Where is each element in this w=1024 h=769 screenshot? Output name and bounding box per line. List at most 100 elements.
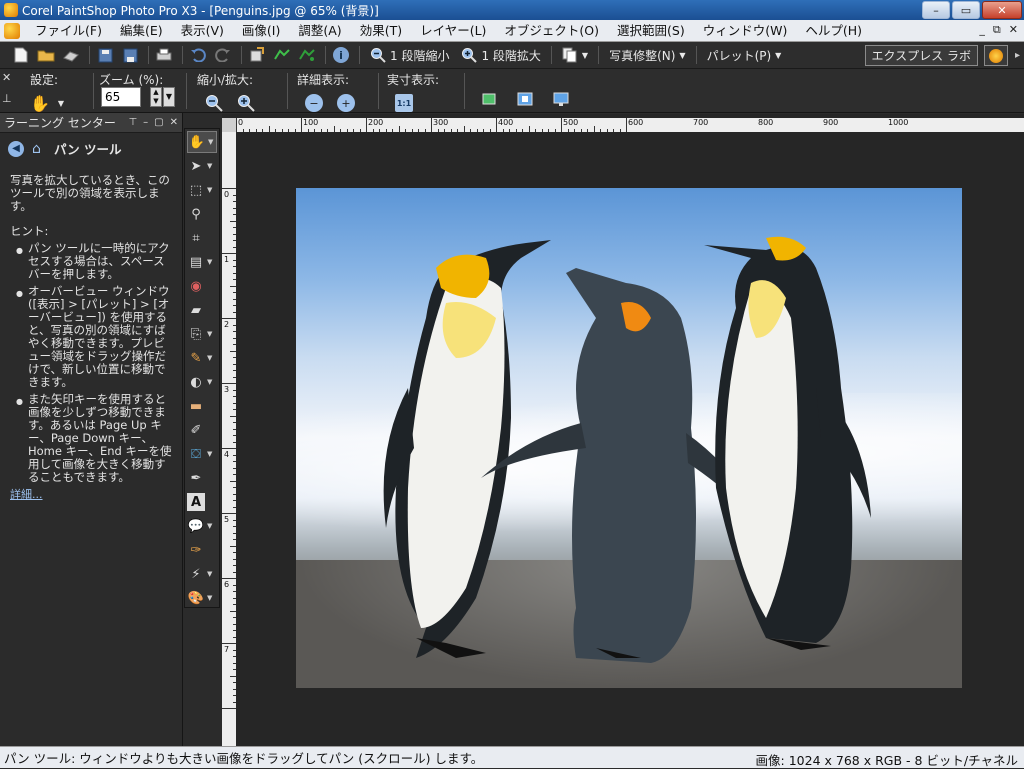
menu-help[interactable]: ヘルプ(H) [796,20,871,42]
document-icon[interactable] [4,22,20,39]
info-icon[interactable]: i [330,44,352,66]
photo-fix-label: 写真修整(N) [609,48,676,63]
clone-brush-tool[interactable]: ⎘ ▼ [187,323,217,345]
makeover-tool[interactable]: ▰ [187,299,217,321]
selection-tool[interactable]: ⬚ ▼ [187,179,217,201]
menu-selections[interactable]: 選択範囲(S) [608,20,694,42]
maximize-button[interactable]: ▭ [952,1,980,19]
actual-size-icon[interactable]: 1:1 [395,94,413,112]
undo-icon[interactable] [187,44,209,66]
title-bar: Corel PaintShop Photo Pro X3 - [Penguins… [0,0,1024,20]
crop-tool[interactable]: ⌗ [187,227,217,249]
flood-fill-tool[interactable]: ⛋ ▼ [187,443,217,465]
ruler-tick [301,118,302,132]
penguins-photo[interactable] [296,188,962,688]
hint-list: パン ツールに一時的にアクセスする場合は、スペースバーを押します。 オーバービュ… [16,242,172,484]
menu-file[interactable]: ファイル(F) [26,20,111,42]
print-icon[interactable] [153,44,175,66]
maximize-icon[interactable]: ▢ [154,117,163,128]
zoom-out-label: 1 段階縮小 [390,48,450,63]
window-title: Corel PaintShop Photo Pro X3 - [Penguins… [22,3,379,18]
options-separator [378,73,379,109]
close-button[interactable]: ✕ [982,1,1022,19]
detail-increase-icon[interactable]: + [337,94,355,112]
pick-tool[interactable]: ➤ ▼ [187,155,217,177]
open-folder-icon[interactable] [35,44,57,66]
red-eye-tool[interactable]: ◉ [187,275,217,297]
copy-dropdown-button[interactable]: ▼ [556,44,594,66]
ruler-label: 4 [224,450,230,459]
zoom-inout-label: 縮小/拡大: [197,73,254,87]
document-window: 0 100 200 300 400 500 600 700 800 900 1000 0 1 2 3 4 5 6… [222,114,1024,746]
zoom-dropdown[interactable]: ▼ [163,87,175,107]
zoom-out-button[interactable]: 1 段階縮小 [364,44,455,66]
home-icon[interactable]: ⌂ [32,142,46,156]
minimize-button[interactable]: – [922,1,950,19]
zoom-out-icon[interactable] [205,94,223,115]
more-details-link[interactable]: 詳細... [10,488,43,501]
pin-icon[interactable]: ⊤ [128,117,137,128]
photo-fix-menu[interactable]: 写真修整(N) ▼ [603,44,692,66]
warp-brush-tool[interactable]: ⚡ ▼ [187,563,217,585]
zoom-in-icon[interactable] [237,94,255,115]
menu-image[interactable]: 画像(I) [233,20,289,42]
lighten-darken-tool[interactable]: ◐ ▼ [187,371,217,393]
image-canvas[interactable] [236,132,1024,746]
menu-objects[interactable]: オブジェクト(O) [495,20,608,42]
dropper-tool[interactable]: ⚲ [187,203,217,225]
save-icon[interactable] [94,44,116,66]
doc-close-button[interactable]: ✕ [1009,23,1018,37]
retouch-tool[interactable]: ✐ [187,419,217,441]
back-icon[interactable]: ◀ [8,140,24,157]
close-icon[interactable]: ✕ [170,117,178,128]
history-icon[interactable] [246,44,268,66]
chevron-down-icon[interactable]: ▼ [58,99,64,108]
menu-adjust[interactable]: 調整(A) [289,20,350,42]
text-icon: A [187,493,205,511]
palette-menu[interactable]: パレット(P) ▼ [701,44,788,66]
close-icon[interactable]: ✕ [2,71,16,84]
zoom-percent-input[interactable]: 65 [101,87,141,107]
redo-icon[interactable] [212,44,234,66]
pin-icon[interactable]: ⊥ [2,92,16,105]
eraser-tool[interactable]: ▬ [187,395,217,417]
menu-effects[interactable]: 効果(T) [351,20,411,42]
express-lab-button[interactable]: エクスプレス ラボ [864,45,978,66]
zoom-in-button[interactable]: 1 段階拡大 [455,44,546,66]
paint-brush-tool[interactable]: ✎ ▼ [187,347,217,369]
palette-grip[interactable]: ✕ ⊥ [2,71,16,111]
straighten-tool[interactable]: ▤ ▼ [187,251,217,273]
pan-hand-icon[interactable]: ✋ [30,94,50,113]
doc-restore-button[interactable]: ⧉ [993,23,1001,37]
script-edit-icon[interactable] [296,44,318,66]
save-as-icon[interactable] [119,44,141,66]
menu-edit[interactable]: 編集(E) [111,20,172,42]
new-file-icon[interactable] [10,44,32,66]
fit-window-icon[interactable] [480,91,498,110]
sun-icon[interactable] [984,45,1008,66]
menu-layers[interactable]: レイヤー(L) [411,20,495,42]
detail-decrease-icon[interactable]: − [305,94,323,112]
tool-intro: 写真を拡大しているとき、このツールで別の領域を表示します。 [10,173,170,213]
browse-icon[interactable] [60,44,82,66]
retouch-icon: ✐ [190,422,202,438]
doc-minimize-button[interactable]: _ [979,23,985,37]
minimize-icon[interactable]: – [143,117,148,128]
art-media-tool[interactable]: 🎨 ▼ [187,587,217,609]
zoom-spinner[interactable]: ▲ ▼ [150,87,162,107]
pen-tool[interactable]: ✒ [187,467,217,489]
view-buttons [480,91,570,110]
fit-image-icon[interactable] [516,91,534,110]
shape-tool[interactable]: 💬 ▼ [187,515,217,537]
vector-pen-tool[interactable]: ✑ [187,539,217,561]
text-tool[interactable]: A [187,491,217,513]
ruler-tick [222,188,236,189]
toolbar-overflow-icon[interactable]: ▸ [1015,50,1020,61]
full-screen-icon[interactable] [552,91,570,110]
pan-tool[interactable]: ✋ ▼ [187,131,217,153]
script-run-icon[interactable] [271,44,293,66]
menu-window[interactable]: ウィンドウ(W) [694,20,797,42]
ruler-label: 600 [628,118,644,127]
chevron-down-icon: ▼ [775,50,782,60]
menu-view[interactable]: 表示(V) [172,20,233,42]
